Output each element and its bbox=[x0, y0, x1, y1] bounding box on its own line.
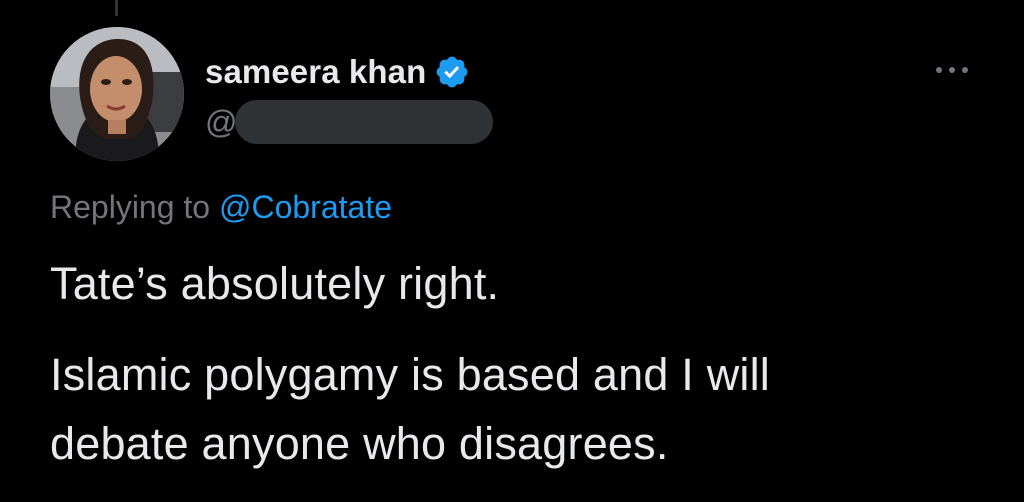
verified-badge-icon bbox=[436, 56, 468, 88]
reply-mention-link[interactable]: @Cobratate bbox=[219, 189, 392, 225]
tweet-text-line: Tate’s absolutely right. bbox=[50, 258, 500, 309]
author-display-name[interactable]: sameera khan bbox=[205, 52, 426, 92]
avatar[interactable] bbox=[50, 27, 184, 161]
redacted-handle bbox=[235, 100, 493, 144]
replying-to-label: Replying to bbox=[50, 189, 211, 225]
tweet-text-line: Islamic polygamy is based and I will bbox=[50, 349, 770, 400]
ellipsis-icon-dot bbox=[936, 67, 942, 73]
ellipsis-icon-dot bbox=[949, 67, 955, 73]
handle-at-symbol: @ bbox=[205, 104, 238, 140]
replying-to-line: Replying to @Cobratate bbox=[50, 187, 392, 227]
profile-photo-icon bbox=[50, 27, 184, 161]
author-handle[interactable]: @ bbox=[205, 100, 493, 144]
author-name-row[interactable]: sameera khan bbox=[205, 52, 470, 92]
thread-connector-line bbox=[115, 0, 118, 16]
tweet-text-line: debate anyone who disagrees. bbox=[50, 418, 669, 469]
ellipsis-icon-dot bbox=[962, 67, 968, 73]
more-options-button[interactable] bbox=[930, 60, 974, 80]
